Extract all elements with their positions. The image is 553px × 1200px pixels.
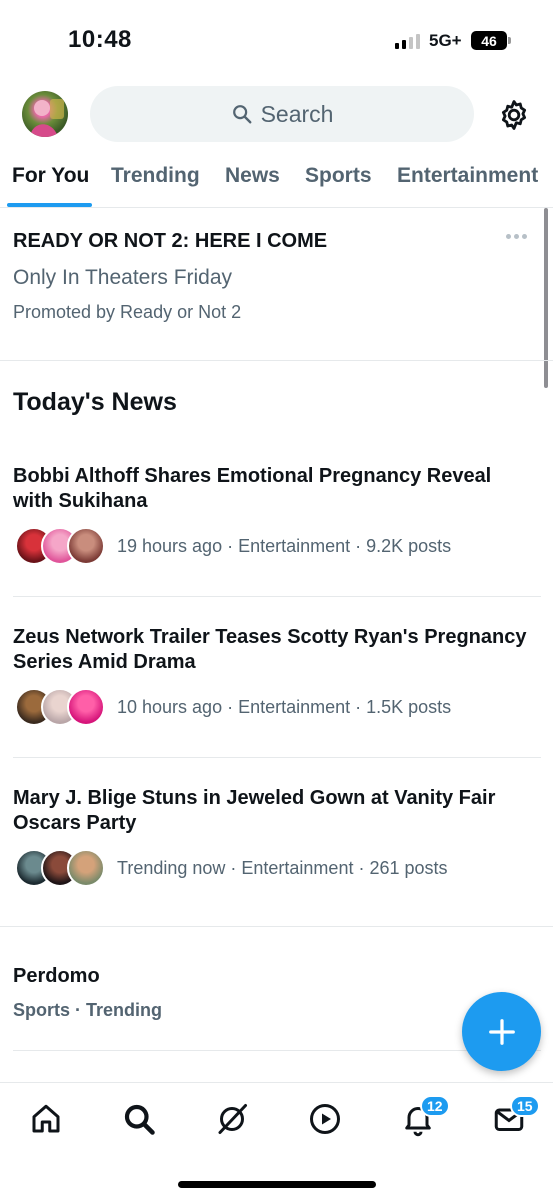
cellular-signal-icon [395,33,420,49]
tab-for-you[interactable]: For You [12,164,89,188]
status-time: 10:48 [68,26,132,53]
search-placeholder: Search [260,100,334,127]
grok-icon [218,1104,247,1134]
news-title: Bobbi Althoff Shares Emotional Pregnancy… [13,465,492,512]
nav-explore[interactable] [121,1101,157,1137]
divider [13,757,541,758]
tab-trending[interactable]: Trending [111,164,200,188]
search-icon [124,1104,155,1135]
network-type: 5G+ [429,31,462,50]
promoted-title: READY OR NOT 2: HERE I COME [13,230,328,252]
settings-button[interactable] [497,98,531,132]
news-title: Mary J. Blige Stuns in Jeweled Gown at V… [13,787,496,834]
tab-news[interactable]: News [225,164,280,188]
search-input[interactable]: Search [90,86,474,142]
video-icon [310,1104,340,1134]
more-options-icon[interactable] [506,234,527,239]
news-avatars [15,527,105,565]
notifications-badge: 12 [420,1095,450,1117]
trend-title: Perdomo [13,965,100,987]
avatar [67,688,105,726]
plus-icon [488,1018,515,1045]
trend-meta: Sports · Trending [13,1000,163,1020]
messages-badge: 15 [510,1095,540,1117]
news-meta: 19 hours ago · Entertainment · 9.2K post… [117,536,452,556]
nav-grok[interactable] [214,1101,250,1137]
promoted-subtitle: Only In Theaters Friday [13,266,233,289]
active-tab-indicator [7,203,92,207]
battery-icon: 46 [471,31,511,50]
divider [13,596,541,597]
news-title: Zeus Network Trailer Teases Scotty Ryan'… [13,626,527,673]
profile-avatar[interactable] [22,91,68,137]
avatar-image [30,99,64,137]
section-divider [0,926,553,927]
promoted-trend[interactable]: READY OR NOT 2: HERE I COME Only In Thea… [0,208,553,361]
promoted-by-label: Promoted by Ready or Not 2 [13,302,242,322]
explore-tabs: For You Trending News Sports Entertainme… [0,160,553,208]
news-avatars [15,688,105,726]
news-meta: 10 hours ago · Entertainment · 1.5K post… [117,697,452,717]
tab-entertainment[interactable]: Entertainment [397,164,538,188]
gear-icon [501,100,527,130]
avatar [67,849,105,887]
home-indicator[interactable] [178,1181,376,1188]
nav-home[interactable] [28,1101,64,1137]
avatar [67,527,105,565]
tab-sports[interactable]: Sports [305,164,372,188]
news-meta: Trending now · Entertainment · 261 posts [117,858,448,878]
status-bar: 10:48 5G+ 46 [0,0,553,80]
compose-button[interactable] [462,992,541,1071]
search-icon [232,105,252,124]
divider [13,1050,541,1051]
news-avatars [15,849,105,887]
section-title: Today's News [13,388,177,416]
nav-video[interactable] [307,1101,343,1137]
home-icon [32,1104,60,1133]
